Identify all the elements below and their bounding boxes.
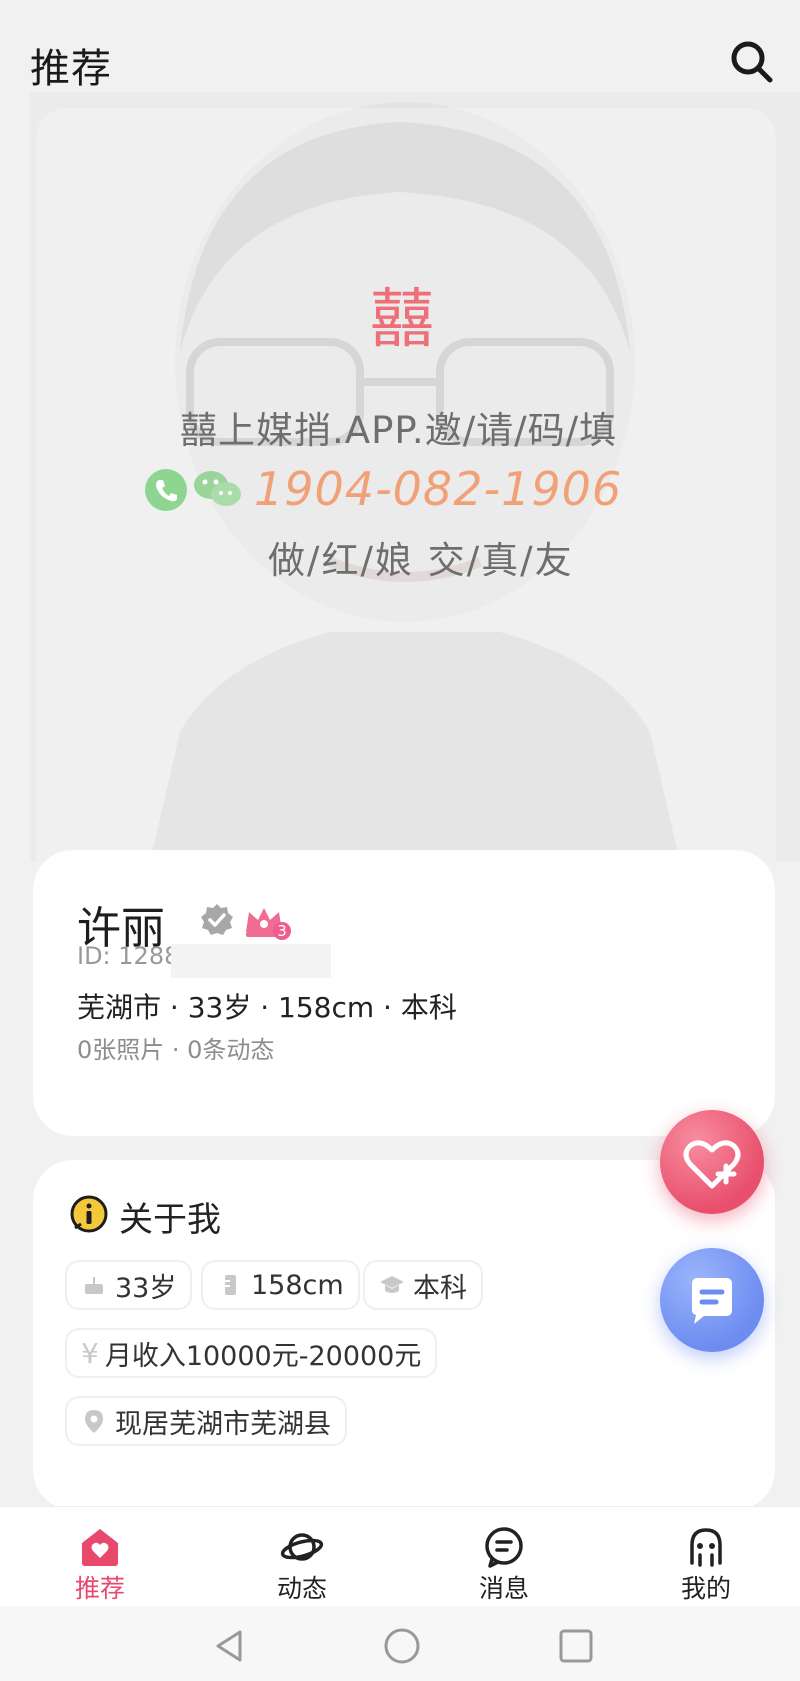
like-button[interactable] (660, 1110, 764, 1214)
profile-card: 许丽 3 ID: 1288 芜湖市 · 33岁 · 158cm · 本科 0张照… (33, 850, 775, 1136)
top-bar: 推荐 (0, 0, 800, 92)
user-id: ID: 1288 (77, 942, 180, 970)
message-icon (485, 1527, 523, 1568)
nav-label-me: 我的 (680, 1574, 731, 1603)
watermark-line-1: 囍上媒捎.APP.邀/请/码/填 (180, 409, 618, 452)
watermark-phone: 1904-082-1906 (254, 462, 623, 516)
planet-icon (280, 1533, 324, 1561)
basic-info: 芜湖市 · 33岁 · 158cm · 本科 (77, 991, 457, 1024)
chat-bubble-icon (692, 1278, 732, 1324)
watermark-overlay: 囍 囍上媒捎.APP.邀/请/码/填 1904-082-1906 做/红/娘 交… (30, 92, 800, 862)
ruler-icon (225, 1275, 236, 1295)
recent-apps-icon[interactable] (556, 1626, 596, 1666)
verified-badge-icon (201, 904, 233, 935)
tag-residence: 现居芜湖市芜湖县 (65, 1396, 347, 1446)
tag-height: 158cm (201, 1260, 360, 1310)
nav-label-moments: 动态 (276, 1574, 327, 1603)
nav-label-recommend: 推荐 (74, 1574, 125, 1603)
id-mask (171, 944, 331, 978)
tag-education-text: 本科 (413, 1272, 467, 1304)
vip-level-badge: 3 (273, 922, 291, 940)
yen-icon: ¥ (81, 1336, 99, 1370)
tag-age-text: 33岁 (115, 1272, 177, 1304)
graduation-cap-icon (380, 1276, 404, 1293)
tag-education: 本科 (363, 1260, 483, 1310)
nav-item-moments[interactable]: 动态 (242, 1507, 362, 1607)
home-icon[interactable] (382, 1626, 422, 1666)
tag-income: ¥ 月收入10000元-20000元 (65, 1328, 438, 1378)
location-pin-icon (85, 1410, 103, 1433)
heart-plus-icon (683, 1140, 741, 1189)
watermark-line-3: 做/红/娘 交/真/友 (268, 539, 574, 582)
bottom-nav: 推荐 动态 消息 我的 (0, 1506, 800, 1606)
info-icon (70, 1195, 108, 1233)
phone-icon (145, 469, 187, 511)
content-stats: 0张照片 · 0条动态 (77, 1036, 275, 1064)
home-heart-icon (82, 1529, 118, 1566)
app-screen: 推荐 囍 囍上媒捎.APP.邀/请/码/填 1904-082-1906 做/红/… (0, 0, 800, 1681)
system-nav-bar (0, 1606, 800, 1681)
wechat-icon (194, 471, 241, 506)
nav-item-me[interactable]: 我的 (646, 1507, 766, 1607)
profile-photo[interactable]: 囍 囍上媒捎.APP.邀/请/码/填 1904-082-1906 做/红/娘 交… (30, 92, 800, 862)
about-title: 关于我 (119, 1200, 221, 1240)
profile-icon (690, 1528, 722, 1567)
nav-item-recommend[interactable]: 推荐 (40, 1507, 160, 1607)
page-title: 推荐 (30, 46, 112, 92)
chat-button[interactable] (660, 1248, 764, 1352)
tag-age: 33岁 (65, 1260, 193, 1310)
cake-icon (85, 1277, 103, 1294)
tag-residence-text: 现居芜湖市芜湖县 (115, 1408, 331, 1440)
watermark-symbol: 囍 (370, 283, 434, 357)
tag-height-text: 158cm (251, 1269, 344, 1301)
search-icon[interactable] (728, 38, 776, 86)
nav-item-messages[interactable]: 消息 (444, 1507, 564, 1607)
back-icon[interactable] (210, 1626, 250, 1666)
nav-label-messages: 消息 (478, 1574, 529, 1603)
tag-income-text: 月收入10000元-20000元 (104, 1340, 422, 1372)
